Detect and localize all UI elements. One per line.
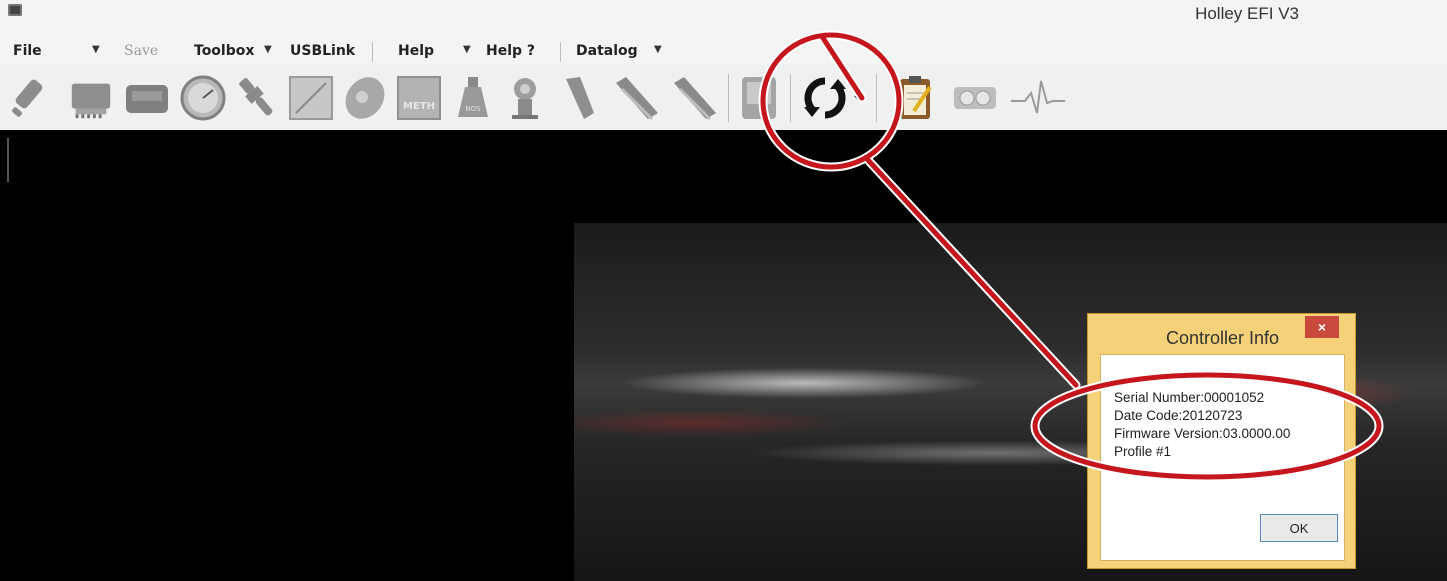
annotation-overlay (758, 30, 1384, 482)
annotation-circle-info (1032, 372, 1382, 480)
annotation-connector (865, 157, 1079, 388)
annotation-line (820, 35, 865, 101)
